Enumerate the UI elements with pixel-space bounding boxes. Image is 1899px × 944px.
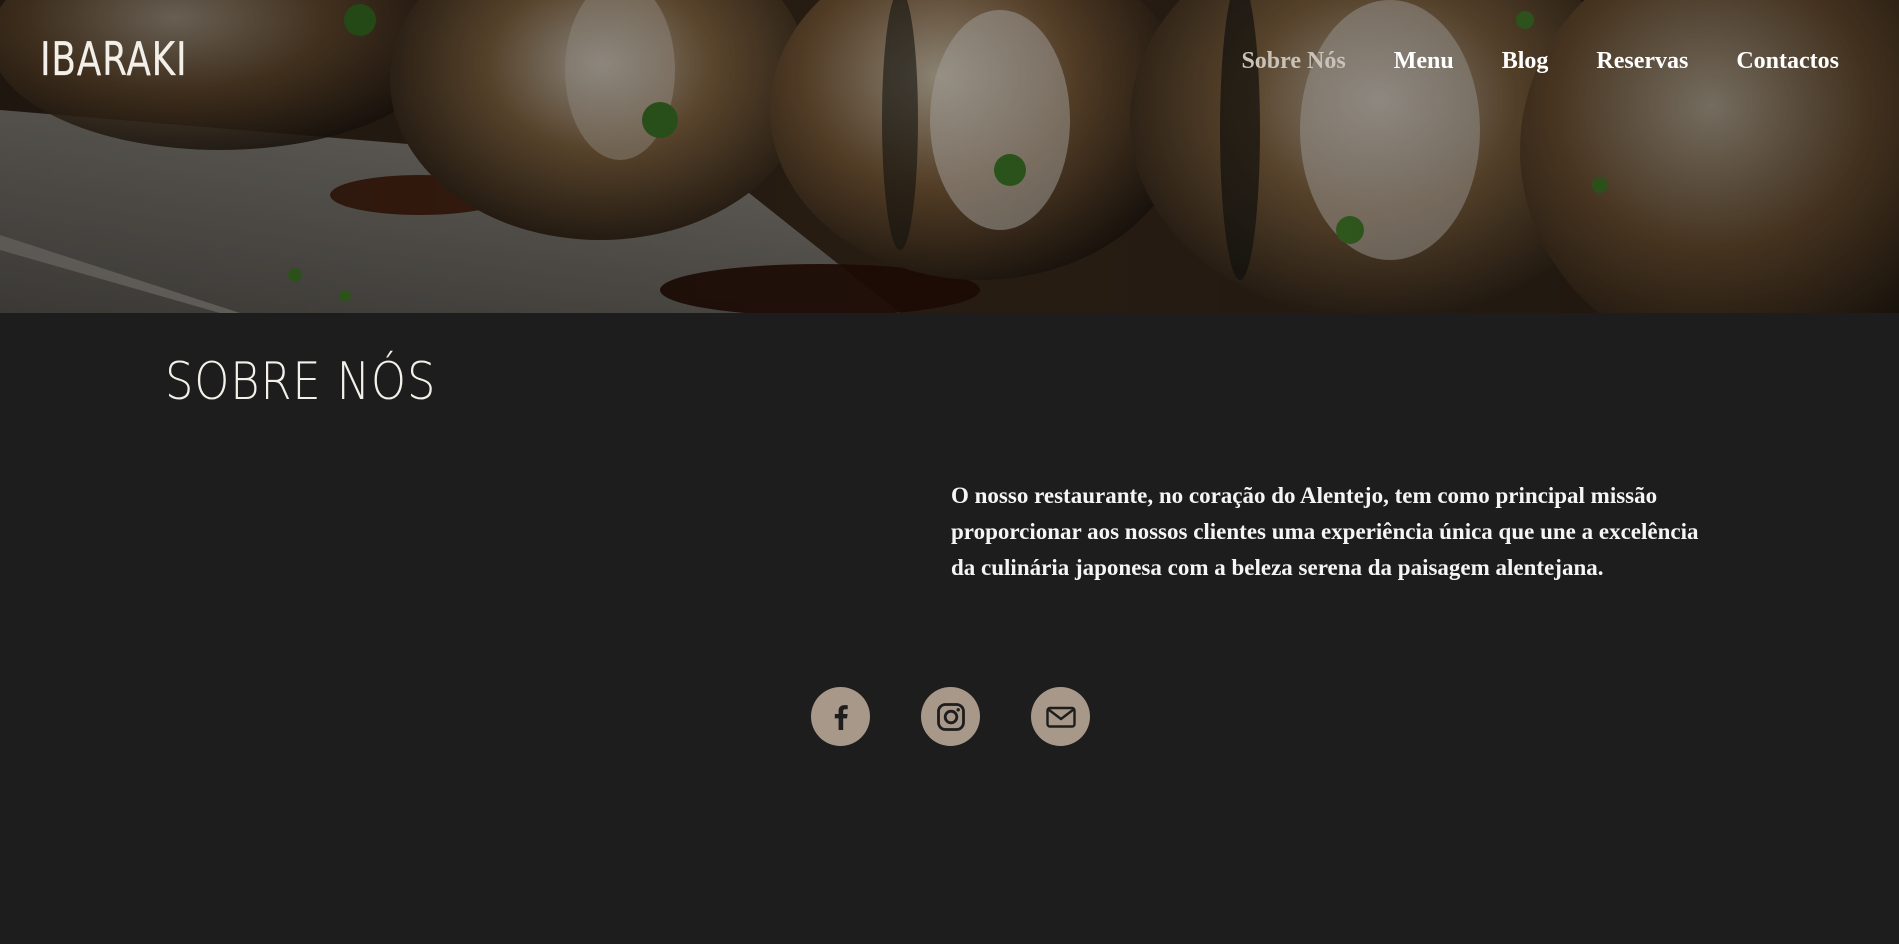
about-paragraph: O nosso restaurante, no coração do Alent… [951, 483, 1699, 580]
nav-item-contactos[interactable]: Contactos [1736, 48, 1839, 75]
facebook-icon [834, 704, 848, 730]
main-nav: Sobre Nós Menu Blog Reservas Contactos [1241, 48, 1839, 75]
email-button[interactable] [1031, 687, 1090, 746]
nav-item-sobre-nos[interactable]: Sobre Nós [1241, 48, 1345, 75]
nav-item-reservas[interactable]: Reservas [1596, 48, 1688, 75]
hero-banner: IBARAKI Sobre Nós Menu Blog Reservas Con… [0, 0, 1899, 313]
social-links [811, 687, 1090, 746]
nav-item-menu[interactable]: Menu [1394, 48, 1454, 75]
email-icon [1045, 706, 1076, 728]
section-title: SOBRE NÓS [165, 352, 437, 412]
instagram-icon [936, 702, 965, 731]
site-logo-text: IBARAKI [40, 32, 188, 86]
site-logo[interactable]: IBARAKI [40, 36, 187, 82]
nav-item-blog[interactable]: Blog [1502, 48, 1549, 75]
hero-image [0, 0, 1899, 313]
facebook-button[interactable] [811, 687, 870, 746]
instagram-button[interactable] [921, 687, 980, 746]
